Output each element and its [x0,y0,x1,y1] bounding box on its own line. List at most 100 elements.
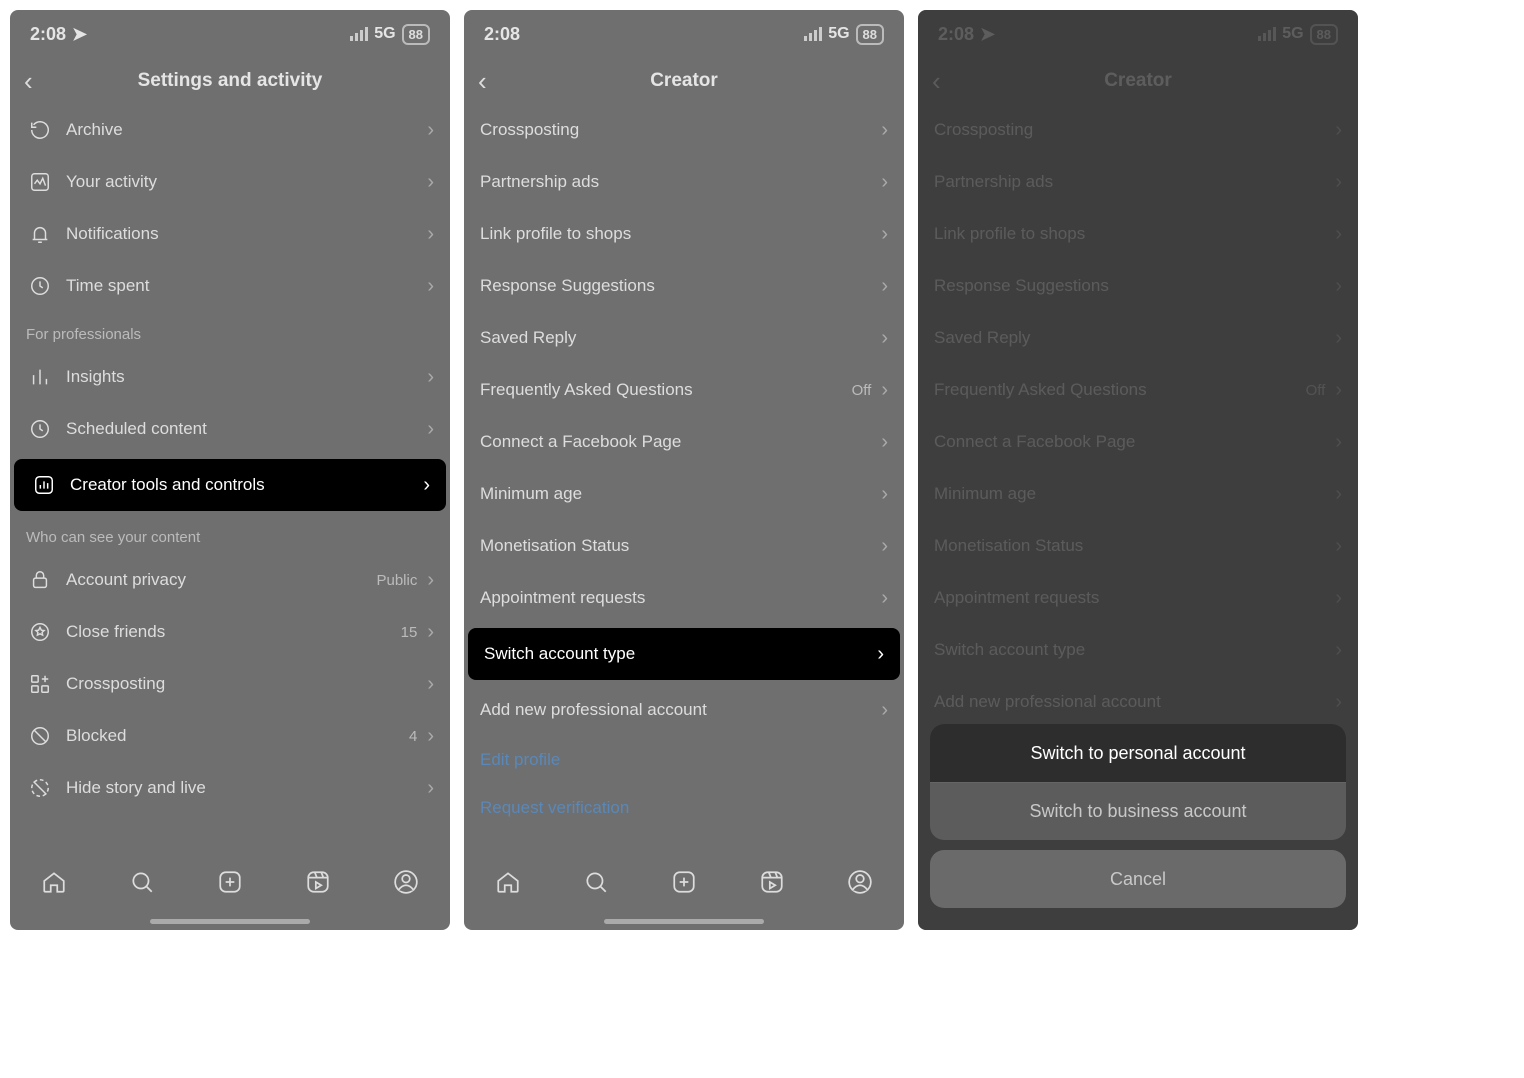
row-link-profile-to-shops[interactable]: Link profile to shops› [464,208,904,260]
tab-bar [464,856,904,912]
chevron-right-icon: › [881,171,888,194]
status-bar: 2:08 5G 88 [464,10,904,58]
insights-icon [26,366,54,388]
row-label: Account privacy [66,570,376,590]
row-label: Blocked [66,726,409,746]
row-appointment-requests[interactable]: Appointment requests› [464,572,904,624]
status-time: 2:08 [30,24,66,44]
row-value: 15 [401,624,418,641]
grid-plus-icon [26,673,54,695]
status-time: 2:08 [484,24,520,44]
back-button[interactable]: ‹ [24,66,33,97]
row-label: Add new professional account [480,700,881,720]
row-your-activity[interactable]: Your activity› [10,156,450,208]
chevron-right-icon: › [427,621,434,644]
sheet-option-label: Switch to business account [1029,801,1246,822]
row-account-privacy[interactable]: Account privacyPublic › [10,554,450,606]
row-notifications[interactable]: Notifications› [10,208,450,260]
chevron-right-icon: › [881,699,888,722]
phone-creator-sheet: 2:08➤ 5G 88 ‹ Creator Crossposting›Partn… [918,10,1358,930]
link-edit-profile[interactable]: Edit profile [464,736,904,784]
archive-icon [26,119,54,141]
chevron-right-icon: › [427,725,434,748]
bars-square-icon [30,474,58,496]
star-icon [26,621,54,643]
chevron-right-icon: › [427,569,434,592]
row-label: Time spent [66,276,427,296]
row-insights[interactable]: Insights› [10,351,450,403]
chevron-right-icon: › [881,431,888,454]
row-value: Public [376,572,417,589]
signal-icon [350,27,368,41]
row-hide-story[interactable]: Hide story and live› [10,762,450,814]
row-label: Crossposting [66,674,427,694]
tab-reels-icon[interactable] [305,869,331,900]
row-label: Creator tools and controls [70,475,423,495]
chevron-right-icon: › [881,483,888,506]
chevron-right-icon: › [427,777,434,800]
row-monetisation-status[interactable]: Monetisation Status› [464,520,904,572]
tab-home-icon[interactable] [41,869,67,900]
tab-search-icon[interactable] [583,869,609,900]
row-label: Frequently Asked Questions [480,380,852,400]
section-header-privacy: Who can see your content [10,515,450,554]
row-label: Appointment requests [480,588,881,608]
home-indicator [10,912,450,930]
tab-create-icon[interactable] [671,869,697,900]
row-connect-a-facebook-page[interactable]: Connect a Facebook Page› [464,416,904,468]
row-blocked[interactable]: Blocked4 › [10,710,450,762]
home-indicator [464,912,904,930]
row-time-spent[interactable]: Time spent› [10,260,450,312]
phone-settings: 2:08➤ 5G 88 ‹ Settings and activity Arch… [10,10,450,930]
chevron-right-icon: › [427,366,434,389]
battery-icon: 88 [402,24,430,45]
row-label: Hide story and live [66,778,427,798]
battery-icon: 88 [856,24,884,45]
row-scheduled-content[interactable]: Scheduled content› [10,403,450,455]
settings-list: Archive› Your activity› Notifications› T… [10,104,450,856]
cancel-label: Cancel [1110,869,1166,890]
switch-business-button[interactable]: Switch to business account [930,782,1346,840]
tab-profile-icon[interactable] [847,869,873,900]
tab-search-icon[interactable] [129,869,155,900]
row-saved-reply[interactable]: Saved Reply› [464,312,904,364]
blocked-icon [26,725,54,747]
link-request-verification[interactable]: Request verification [464,784,904,832]
row-close-friends[interactable]: Close friends15 › [10,606,450,658]
row-archive[interactable]: Archive› [10,104,450,156]
hide-icon [26,777,54,799]
row-label: Response Suggestions [480,276,881,296]
switch-personal-button[interactable]: Switch to personal account [930,724,1346,782]
sheet-options: Switch to personal account Switch to bus… [930,724,1346,840]
signal-icon [804,27,822,41]
tab-home-icon[interactable] [495,869,521,900]
row-label: Close friends [66,622,401,642]
row-creator-tools[interactable]: Creator tools and controls› [14,459,446,511]
row-value: 4 [409,728,417,745]
row-label: Link profile to shops [480,224,881,244]
nav-bar: ‹ Creator [464,58,904,104]
row-frequently-asked-questions[interactable]: Frequently Asked QuestionsOff› [464,364,904,416]
lock-icon [26,569,54,591]
tab-profile-icon[interactable] [393,869,419,900]
section-header-professionals: For professionals [10,312,450,351]
page-title: Settings and activity [138,70,323,92]
row-minimum-age[interactable]: Minimum age› [464,468,904,520]
activity-icon [26,171,54,193]
chevron-right-icon: › [881,223,888,246]
chevron-right-icon: › [881,535,888,558]
row-add-new-professional-account[interactable]: Add new professional account› [464,684,904,736]
chevron-right-icon: › [881,119,888,142]
tab-reels-icon[interactable] [759,869,785,900]
row-switch-account-type[interactable]: Switch account type› [468,628,900,680]
row-partnership-ads[interactable]: Partnership ads› [464,156,904,208]
back-button[interactable]: ‹ [478,66,487,97]
row-response-suggestions[interactable]: Response Suggestions› [464,260,904,312]
row-crossposting[interactable]: Crossposting› [464,104,904,156]
chevron-right-icon: › [427,171,434,194]
action-sheet: Switch to personal account Switch to bus… [930,724,1346,908]
row-crossposting[interactable]: Crossposting› [10,658,450,710]
tab-create-icon[interactable] [217,869,243,900]
status-bar: 2:08➤ 5G 88 [10,10,450,58]
cancel-button[interactable]: Cancel [930,850,1346,908]
